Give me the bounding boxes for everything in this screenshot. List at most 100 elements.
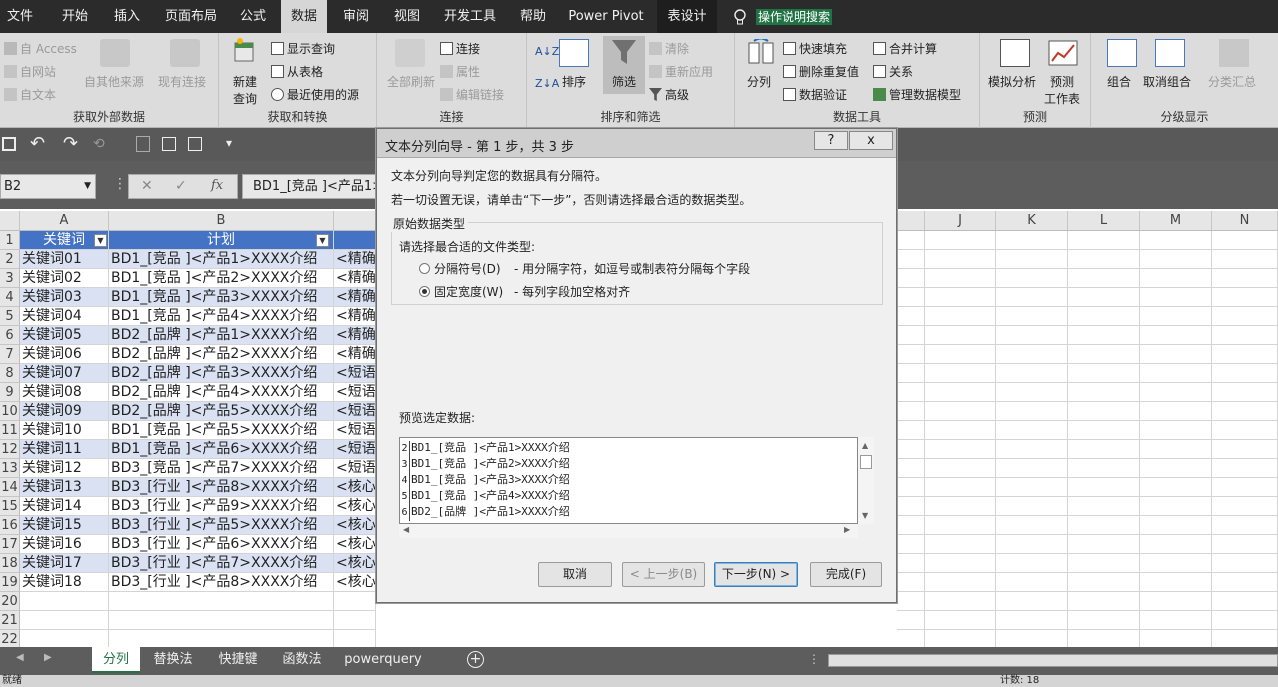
table-cell-keyword[interactable]: 关键词05 bbox=[20, 326, 109, 345]
tab-help[interactable]: 帮助 bbox=[510, 0, 556, 33]
empty-cell[interactable] bbox=[897, 307, 925, 326]
column-header-l[interactable]: L bbox=[1068, 211, 1140, 231]
tab-file[interactable]: 文件 bbox=[0, 0, 40, 33]
column-header-j[interactable]: J bbox=[925, 211, 996, 231]
empty-cell[interactable] bbox=[1140, 554, 1212, 573]
empty-cell[interactable] bbox=[925, 535, 996, 554]
table-cell-c[interactable]: <核心 bbox=[334, 535, 376, 554]
empty-cell[interactable] bbox=[996, 459, 1068, 478]
table-cell-c[interactable]: <核心 bbox=[334, 573, 376, 592]
empty-cell[interactable] bbox=[996, 421, 1068, 440]
empty-cell[interactable] bbox=[1212, 402, 1278, 421]
empty-cell[interactable] bbox=[1140, 516, 1212, 535]
table-cell-keyword[interactable]: 关键词07 bbox=[20, 364, 109, 383]
empty-cell[interactable] bbox=[1212, 516, 1278, 535]
empty-cell[interactable] bbox=[897, 402, 925, 421]
close-button[interactable]: x bbox=[849, 131, 893, 150]
table-cell-keyword[interactable]: 关键词08 bbox=[20, 383, 109, 402]
empty-cell[interactable] bbox=[1068, 459, 1140, 478]
row-header[interactable]: 15 bbox=[0, 497, 20, 516]
empty-cell[interactable] bbox=[996, 497, 1068, 516]
empty-cell[interactable] bbox=[1212, 611, 1278, 630]
scroll-left-icon[interactable]: ◀ bbox=[403, 525, 409, 534]
new-file-icon[interactable] bbox=[136, 136, 150, 152]
empty-cell[interactable] bbox=[1140, 478, 1212, 497]
empty-cell[interactable] bbox=[1212, 421, 1278, 440]
tab-review[interactable]: 审阅 bbox=[333, 0, 379, 33]
radio-delimited[interactable] bbox=[419, 263, 430, 274]
empty-cell[interactable] bbox=[1068, 554, 1140, 573]
empty-cell[interactable] bbox=[897, 383, 925, 402]
repeat-icon[interactable]: ⟲ bbox=[93, 136, 105, 152]
empty-cell[interactable] bbox=[1212, 440, 1278, 459]
empty-cell[interactable] bbox=[897, 421, 925, 440]
scroll-thumb[interactable] bbox=[860, 455, 872, 469]
empty-cell[interactable] bbox=[1212, 231, 1278, 250]
tab-data[interactable]: 数据 bbox=[281, 0, 327, 33]
table-cell-plan[interactable]: BD1_[竞品 ]<产品4>XXXX介绍 bbox=[109, 307, 334, 326]
table-cell-plan[interactable]: BD2_[品牌 ]<产品3>XXXX介绍 bbox=[109, 364, 334, 383]
empty-cell[interactable] bbox=[897, 288, 925, 307]
column-header-n[interactable]: N bbox=[1212, 211, 1278, 231]
empty-cell[interactable] bbox=[897, 250, 925, 269]
finish-button[interactable]: 完成(F) bbox=[810, 562, 882, 587]
tab-formulas[interactable]: 公式 bbox=[230, 0, 276, 33]
undo-icon[interactable]: ↶ bbox=[30, 133, 45, 154]
table-cell-plan[interactable]: BD2_[品牌 ]<产品4>XXXX介绍 bbox=[109, 383, 334, 402]
filter-button[interactable]: 筛选 bbox=[603, 36, 645, 94]
table-cell-c[interactable]: <短语 bbox=[334, 421, 376, 440]
empty-cell[interactable] bbox=[996, 231, 1068, 250]
empty-cell[interactable] bbox=[925, 288, 996, 307]
data-validation-button[interactable]: 数据验证 bbox=[783, 86, 847, 103]
tab-power-pivot[interactable]: Power Pivot bbox=[563, 0, 649, 33]
empty-cell[interactable] bbox=[925, 592, 996, 611]
empty-cell[interactable] bbox=[925, 440, 996, 459]
sort-za-icon[interactable]: Z↓A bbox=[535, 77, 559, 90]
empty-cell[interactable] bbox=[1212, 269, 1278, 288]
empty-cell[interactable] bbox=[20, 611, 109, 630]
empty-cell[interactable] bbox=[1068, 535, 1140, 554]
properties-button[interactable]: 属性 bbox=[440, 63, 480, 80]
table-cell-plan[interactable]: BD2_[品牌 ]<产品1>XXXX介绍 bbox=[109, 326, 334, 345]
tab-developer[interactable]: 开发工具 bbox=[437, 0, 503, 33]
column-header-c[interactable] bbox=[334, 211, 376, 231]
table-cell-plan[interactable]: BD1_[竞品 ]<产品1>XXXX介绍 bbox=[109, 250, 334, 269]
empty-cell[interactable] bbox=[1068, 497, 1140, 516]
empty-cell[interactable] bbox=[996, 345, 1068, 364]
sheet-tab-powerquery[interactable]: powerquery bbox=[337, 647, 429, 673]
row-header[interactable]: 1 bbox=[0, 231, 20, 250]
scroll-right-icon[interactable]: ▶ bbox=[844, 525, 850, 534]
horizontal-scrollbar[interactable] bbox=[828, 654, 1278, 667]
empty-cell[interactable] bbox=[925, 269, 996, 288]
table-cell-c[interactable]: <核心 bbox=[334, 516, 376, 535]
back-button[interactable]: < 上一步(B) bbox=[622, 562, 705, 587]
empty-cell[interactable] bbox=[1212, 288, 1278, 307]
table-cell-c[interactable]: <核心 bbox=[334, 478, 376, 497]
table-cell-keyword[interactable]: 关键词14 bbox=[20, 497, 109, 516]
group-button[interactable]: 组合 bbox=[1107, 73, 1131, 90]
row-header[interactable]: 21 bbox=[0, 611, 20, 630]
empty-cell[interactable] bbox=[1068, 402, 1140, 421]
prev-sheet-icon[interactable]: ◀ bbox=[16, 652, 24, 663]
empty-cell[interactable] bbox=[1068, 573, 1140, 592]
empty-cell[interactable] bbox=[1068, 307, 1140, 326]
tab-insert[interactable]: 插入 bbox=[104, 0, 150, 33]
empty-cell[interactable] bbox=[1140, 421, 1212, 440]
empty-cell[interactable] bbox=[925, 364, 996, 383]
filter-dropdown-icon[interactable]: ▼ bbox=[316, 234, 329, 247]
empty-cell[interactable] bbox=[996, 478, 1068, 497]
empty-cell[interactable] bbox=[1068, 269, 1140, 288]
table-cell-keyword[interactable]: 关键词02 bbox=[20, 269, 109, 288]
existing-connections-button[interactable]: 现有连接 bbox=[158, 73, 206, 90]
tell-me-search[interactable]: 操作说明搜索 bbox=[756, 9, 833, 25]
scroll-down-icon[interactable]: ▼ bbox=[862, 511, 868, 520]
row-header[interactable]: 12 bbox=[0, 440, 20, 459]
empty-cell[interactable] bbox=[1068, 364, 1140, 383]
new-query-button[interactable]: 新建 查询 bbox=[233, 73, 257, 107]
add-sheet-icon[interactable]: + bbox=[467, 651, 484, 668]
consolidate-button[interactable]: 合并计算 bbox=[873, 40, 937, 57]
filter-dropdown-icon[interactable]: ▼ bbox=[94, 234, 107, 247]
empty-cell[interactable] bbox=[897, 592, 925, 611]
table-cell-keyword[interactable]: 关键词16 bbox=[20, 535, 109, 554]
empty-cell[interactable] bbox=[1140, 345, 1212, 364]
